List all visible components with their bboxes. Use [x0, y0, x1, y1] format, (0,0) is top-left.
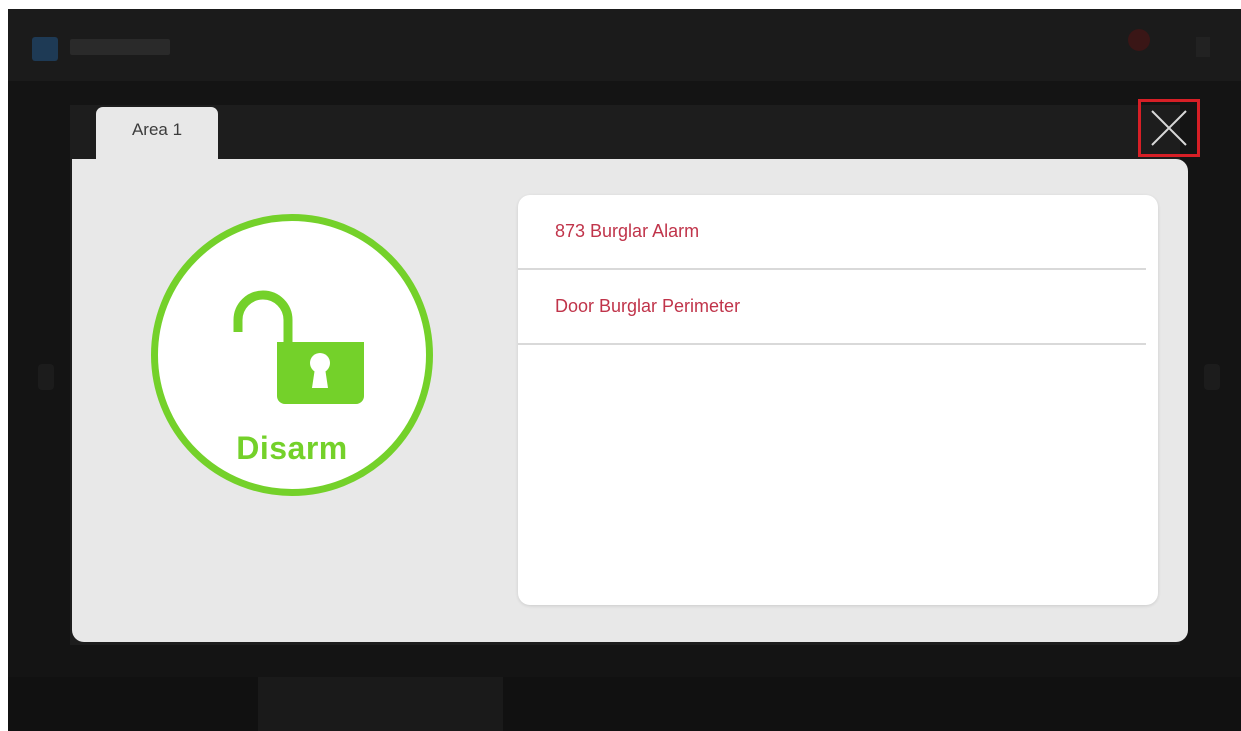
background-bottom-bar — [8, 677, 1241, 731]
background-app-title — [70, 39, 170, 55]
alarm-item-burglar-alarm[interactable]: 873 Burglar Alarm — [518, 195, 1146, 270]
disarm-label: Disarm — [236, 430, 348, 466]
close-button[interactable] — [1138, 99, 1200, 157]
previous-arrow-icon — [38, 364, 54, 390]
background-top-bar — [8, 9, 1241, 81]
disarm-button[interactable]: Disarm — [151, 214, 433, 496]
app-logo — [32, 37, 58, 61]
background-bottom-tab — [258, 677, 503, 731]
area-dialog: Disarm 873 Burglar Alarm Door Burglar Pe… — [72, 159, 1188, 642]
unlocked-padlock-icon — [233, 290, 364, 404]
alarm-list-panel: 873 Burglar Alarm Door Burglar Perimeter — [518, 195, 1158, 605]
alarm-item-door-burglar-perimeter[interactable]: Door Burglar Perimeter — [518, 270, 1146, 345]
alarm-list: 873 Burglar Alarm Door Burglar Perimeter — [518, 195, 1158, 345]
tab-area-1[interactable]: Area 1 — [96, 107, 218, 159]
next-arrow-icon — [1204, 364, 1220, 390]
menu-icon — [1196, 37, 1210, 57]
notification-icon — [1128, 29, 1150, 51]
close-icon — [1151, 110, 1187, 146]
